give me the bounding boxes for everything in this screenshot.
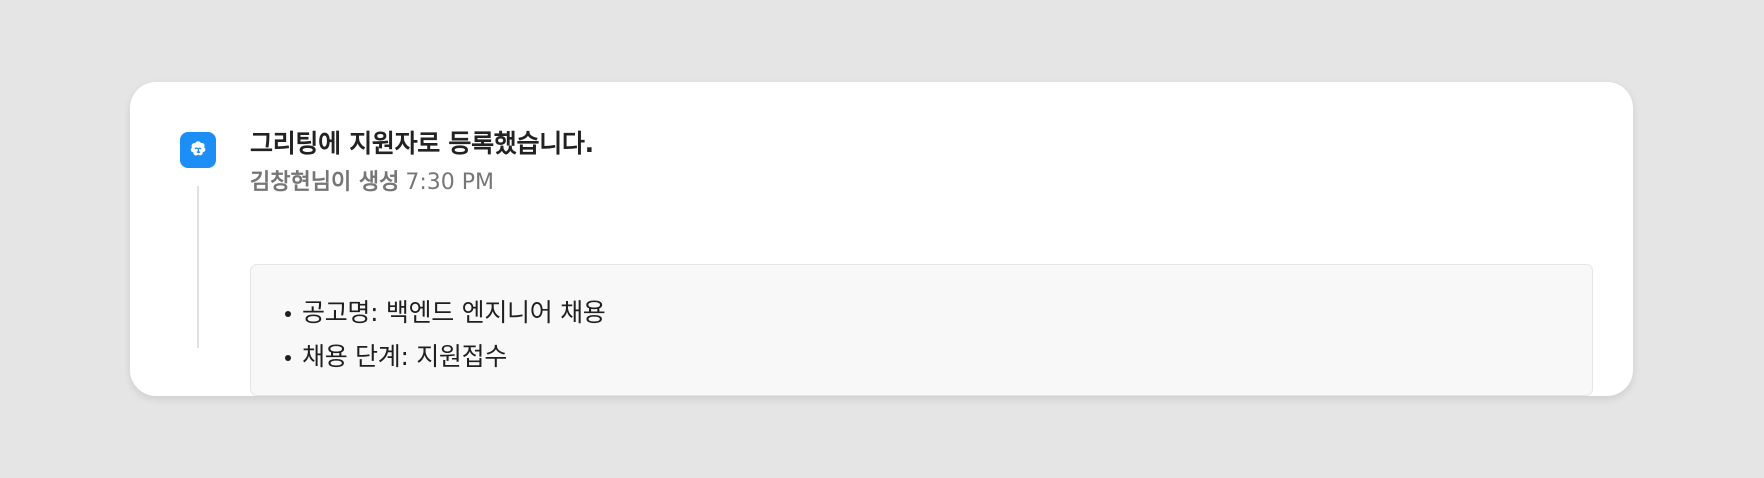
bullet-icon [285, 355, 291, 361]
activity-card: 그리팅에 지원자로 등록했습니다. 김창현님이 생성 7:30 PM 공고명: 백… [130, 82, 1633, 396]
activity-title: 그리팅에 지원자로 등록했습니다. [250, 129, 594, 158]
greeting-logo-icon [180, 132, 216, 168]
activity-meta: 김창현님이 생성 7:30 PM [250, 168, 1593, 198]
activity-author: 김창현님이 생성 [250, 170, 400, 195]
timeline-line [197, 186, 199, 348]
page: { "activity": { "app_icon": "greeting-lo… [0, 0, 1764, 478]
detail-text: 채용 단계: 지원접수 [302, 342, 508, 371]
detail-list: 공고명: 백엔드 엔지니어 채용 채용 단계: 지원접수 [251, 265, 1592, 379]
detail-item-job-posting: 공고명: 백엔드 엔지니어 채용 [285, 291, 1592, 335]
detail-item-hiring-stage: 채용 단계: 지원접수 [285, 335, 1592, 379]
activity-content: 그리팅에 지원자로 등록했습니다. 김창현님이 생성 7:30 PM 공고명: 백… [250, 126, 1593, 396]
detail-text: 공고명: 백엔드 엔지니어 채용 [302, 298, 606, 327]
bullet-icon [285, 311, 291, 317]
activity-time: 7:30 PM [405, 170, 494, 195]
activity-detail-box: 공고명: 백엔드 엔지니어 채용 채용 단계: 지원접수 [250, 264, 1593, 396]
